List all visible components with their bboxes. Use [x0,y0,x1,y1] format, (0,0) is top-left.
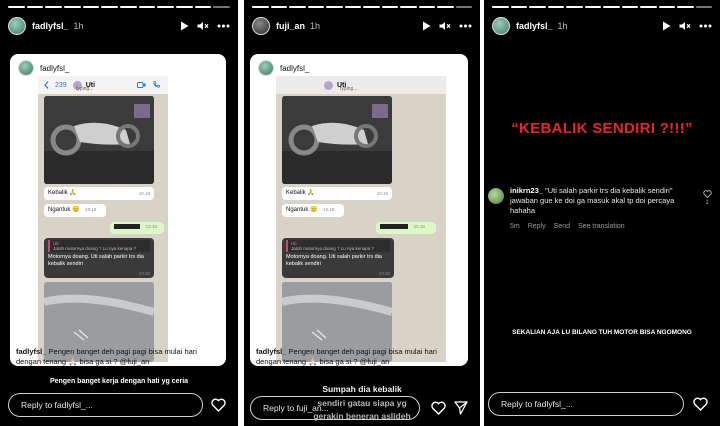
reply-input[interactable]: Reply to fadlyfsl_... [488,392,684,416]
story-header: fadlyfsl_ 1h [492,14,712,38]
story-panel-3: fadlyfsl_ 1h “KEBALIK SENDIRI ?!!!” inik… [484,0,720,426]
card-username: fadlyfsl_ [40,63,70,73]
chat-screenshot: 239 Uti typing... Kebalik 🙏 10.18 Ngantu… [38,76,168,362]
comment-send-link[interactable]: Send [554,223,570,230]
avatar[interactable] [488,188,504,204]
message-kebalik: Kebalik 🙏 10.18 [282,187,392,200]
headline: “KEBALIK SENDIRI ?!!!” [511,120,693,137]
reply-input[interactable]: Reply to fuji_an... [250,396,420,420]
mute-icon[interactable] [197,21,209,31]
send-icon[interactable] [454,401,468,415]
story-username[interactable]: fadlyfsl_ [32,21,69,31]
back-chevron-icon [44,81,49,89]
motorcycle-photo [282,96,392,184]
play-icon[interactable] [422,21,431,31]
story-time: 1h [310,21,321,31]
post-caption: fadlyfsl_ Pengen banget deh pagi pagi bi… [256,347,437,366]
story-time: 1h [73,21,84,31]
comment-username[interactable]: inikrn23_ [510,186,543,195]
more-icon[interactable] [699,24,712,28]
avatar [18,60,34,76]
play-icon[interactable] [662,21,671,31]
message-ngantuk: Ngantuk 😑 10.18 [44,204,106,217]
back-count: 239 [55,81,67,89]
comment-meta: 5m Reply Send See translation [510,223,625,230]
message-reply: Uti Jatoh motornya doang ? Lu nya kenapa… [282,238,394,278]
phone-icon [153,81,160,88]
contact-avatar [324,80,333,90]
reply-placeholder: Reply to fadlyfsl_... [21,400,93,410]
story-progress-bar [252,6,472,8]
story-username[interactable]: fuji_an [276,21,305,31]
bottom-text: SEKALIAN AJA LU BILANG TUH MOTOR BISA NG… [512,329,692,336]
story-text: Pengen banget kerja dengan hati yg ceria [49,378,189,385]
message-kebalik: Kebalik 🙏 10.18 [44,187,154,200]
post-caption: fadlyfsl_ Pengen banget deh pagi pagi bi… [16,347,197,366]
story-text-line-1: Sumpah dia kebalik [322,384,402,394]
comment-like-count: 1 [705,200,709,206]
contact-status: typing... [340,86,358,92]
reply-input[interactable]: Reply to fadlyfsl_... [8,393,203,417]
chat-header: Uti typing... [276,76,446,94]
story-progress-bar [8,6,231,8]
shared-post-card[interactable]: fadlyfsl_ Uti typing... Kebalik 🙏 10.18 … [250,54,468,366]
heart-icon[interactable] [702,190,712,199]
heart-icon[interactable] [431,401,446,415]
avatar[interactable] [8,17,26,35]
card-username: fadlyfsl_ [280,63,310,73]
story-panel-2: fuji_an 1h fadlyfsl_ Uti typing... Kebal… [244,0,480,426]
message-reply: Uti Jatoh motornya doang ? Lu nya kenapa… [44,238,154,278]
chat-header: 239 Uti typing... [38,76,168,94]
see-translation-link[interactable]: See translation [578,223,625,230]
chat-screenshot: Uti typing... Kebalik 🙏 10.18 Ngantuk 😑 … [276,76,446,362]
reply-placeholder: Reply to fadlyfsl_... [501,399,573,409]
story-panel-1: fadlyfsl_ 1h fadlyfsl_ 239 Uti typing... [0,0,238,426]
story-username[interactable]: fadlyfsl_ [516,21,553,31]
message-ngantuk: Ngantuk 😑 10.18 [282,204,344,217]
motorcycle-photo [44,96,154,184]
contact-status: typing... [76,86,94,92]
video-call-icon [137,82,146,88]
story-time: 1h [557,21,568,31]
story-progress-bar [492,6,712,8]
comment-age: 5m [510,223,520,230]
message-outgoing-redacted: 10.18 [110,222,164,234]
reply-placeholder: Reply to fuji_an... [263,403,329,413]
avatar [258,60,274,76]
avatar[interactable] [492,17,510,35]
story-header: fuji_an 1h [252,14,472,38]
story-header: fadlyfsl_ 1h [8,14,230,38]
shared-post-card[interactable]: fadlyfsl_ 239 Uti typing... Kebalik 🙏 10… [10,54,226,366]
more-icon[interactable] [459,24,472,28]
play-icon[interactable] [180,21,189,31]
comment-text: inikrn23_ "Uti salah parkir trs dia keba… [510,186,675,215]
heart-icon[interactable] [211,398,226,412]
comment-reply-link[interactable]: Reply [528,223,546,230]
more-icon[interactable] [217,24,230,28]
avatar[interactable] [252,17,270,35]
message-outgoing-redacted: 10.18 [376,222,436,234]
mute-icon[interactable] [679,21,691,31]
comment-like[interactable]: 1 [700,190,714,206]
heart-icon[interactable] [693,397,708,411]
mute-icon[interactable] [439,21,451,31]
